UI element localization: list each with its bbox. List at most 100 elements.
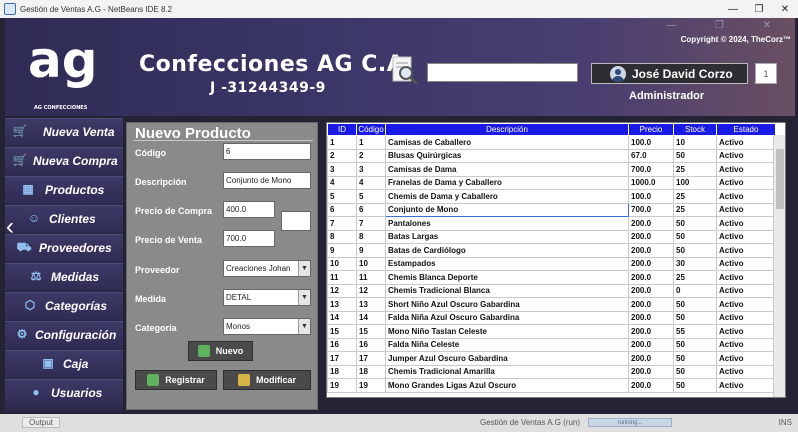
categoria-select[interactable]: Monos ▼ <box>223 318 311 335</box>
sidebar-item-medidas[interactable]: ⚖ Medidas <box>5 263 123 290</box>
table-row[interactable]: 11 11 Chemis Blanca Deporte 200.0 25 Activo <box>327 270 776 285</box>
chevron-down-icon[interactable]: ▼ <box>298 290 310 305</box>
sidebar-item-proveedores[interactable]: ⛟ Proveedores <box>5 234 123 261</box>
table-row[interactable]: 7 7 Pantalones 200.0 50 Activo <box>327 216 776 231</box>
sidebar-item-label: Nueva Venta <box>43 125 115 139</box>
table-cell: Activo <box>716 256 776 271</box>
table-cell: 50 <box>673 229 717 244</box>
modificar-button[interactable]: Modificar <box>223 370 311 390</box>
table-row[interactable]: 15 15 Mono Niño Taslan Celeste 200.0 55 Activ… <box>327 324 776 339</box>
user-box[interactable]: José David Corzo <box>591 63 748 84</box>
descripcion-input[interactable]: Conjunto de Mono <box>223 172 311 189</box>
company-name: Confecciones AG C.A <box>139 52 405 77</box>
table-cell: 50 <box>673 378 717 393</box>
close-button[interactable]: ✕ <box>772 4 798 15</box>
avatar-icon <box>610 65 626 82</box>
table-row[interactable]: 1 1 Camisas de Caballero 100.0 10 Activo <box>327 135 776 150</box>
medida-selected: DETAL <box>226 293 252 302</box>
table-cell: 2 <box>327 148 357 163</box>
table-row[interactable]: 3 3 Camisas de Dama 700.0 25 Activo <box>327 162 776 177</box>
table-row[interactable]: 12 12 Chemis Tradicional Blanca 200.0 0 Activ… <box>327 283 776 298</box>
sidebar-item-nueva-compra[interactable]: 🛒 Nueva Compra <box>5 147 123 174</box>
registrar-button[interactable]: Registrar <box>135 370 217 390</box>
table-row[interactable]: 10 10 Estampados 200.0 30 Activo <box>327 256 776 271</box>
col-descripcion[interactable]: Descripción <box>385 123 629 136</box>
app-icon <box>4 3 16 15</box>
table-cell: 17 <box>327 351 357 366</box>
table-cell: 100.0 <box>628 189 674 204</box>
precio-compra-input[interactable]: 400.0 <box>223 201 275 218</box>
codigo-input[interactable]: 6 <box>223 143 311 160</box>
table-row[interactable]: 6 6 Conjunto de Mono 700.0 25 Activo <box>327 202 776 217</box>
sidebar-item-categorias[interactable]: ⬡ Categorías <box>5 292 123 319</box>
table-cell: 10 <box>327 256 357 271</box>
search-input[interactable] <box>427 63 578 82</box>
sidebar-item-label: Usuarios <box>51 386 103 400</box>
table-cell: Activo <box>716 297 776 312</box>
maximize-button[interactable]: ❐ <box>746 4 772 15</box>
col-precio[interactable]: Precio <box>628 123 674 136</box>
table-cell: Activo <box>716 202 776 217</box>
sidebar-item-clientes[interactable]: ☺ Clientes <box>5 205 123 232</box>
table-cell: Activo <box>716 216 776 231</box>
sidebar-item-caja[interactable]: ▣ Caja <box>5 350 123 377</box>
table-cell: 16 <box>327 337 357 352</box>
search-icon[interactable] <box>390 55 420 87</box>
table-cell: 200.0 <box>628 216 674 231</box>
table-cell: 11 <box>356 270 386 285</box>
table-cell: 200.0 <box>628 297 674 312</box>
table-cell: 14 <box>356 310 386 325</box>
minimize-button[interactable]: — <box>720 4 746 15</box>
table-cell: Jumper Azul Oscuro Gabardina <box>385 351 629 366</box>
sidebar: 🛒 Nueva Venta 🛒 Nueva Compra ▦ Productos… <box>5 118 123 412</box>
table-cell: 67.0 <box>628 148 674 163</box>
table-row[interactable]: 4 4 Franelas de Dama y Caballero 1000.0 100 A… <box>327 175 776 190</box>
table-cell: Falda Niña Celeste <box>385 337 629 352</box>
table-cell: 13 <box>356 297 386 312</box>
nuevo-button[interactable]: Nuevo <box>188 341 253 361</box>
table-cell: 55 <box>673 324 717 339</box>
table-row[interactable]: 18 18 Chemis Tradicional Amarilla 200.0 50 Ac… <box>327 364 776 379</box>
company-logo: ag AG CONFECCIONES <box>28 34 98 111</box>
table-row[interactable]: 2 2 Blusas Quirúrgicas 67.0 50 Activo <box>327 148 776 163</box>
col-estado[interactable]: Estado <box>716 123 776 136</box>
table-row[interactable]: 14 14 Falda Niña Azul Oscuro Gabardina 200.… <box>327 310 776 325</box>
precio-venta-input[interactable]: 700.0 <box>223 230 275 247</box>
table-cell: 50 <box>673 337 717 352</box>
gear-icon: ⚙ <box>16 327 28 341</box>
table-cell: 12 <box>327 283 357 298</box>
chevron-left-icon[interactable]: ‹ <box>6 213 14 241</box>
table-scrollbar[interactable] <box>773 135 785 397</box>
table-cell: 19 <box>327 378 357 393</box>
output-tab[interactable]: Output <box>22 417 61 428</box>
proveedor-select[interactable]: Creaciones Johan ▼ <box>223 260 311 277</box>
status-bar: Output Gestión de Ventas A.G (run) runni… <box>0 414 798 432</box>
new-icon <box>197 345 210 357</box>
table-row[interactable]: 16 16 Falda Niña Celeste 200.0 50 Activo <box>327 337 776 352</box>
table-row[interactable]: 5 5 Chemis de Dama y Caballero 100.0 25 Activ… <box>327 189 776 204</box>
extra-input[interactable] <box>281 211 311 231</box>
sidebar-item-productos[interactable]: ▦ Productos <box>5 176 123 203</box>
col-stock[interactable]: Stock <box>673 123 717 136</box>
table-cell: 25 <box>673 202 717 217</box>
table-row[interactable]: 17 17 Jumper Azul Oscuro Gabardina 200.0 50 A… <box>327 351 776 366</box>
company-rif: J -31244349-9 <box>210 80 326 96</box>
table-row[interactable]: 13 13 Short Niño Azul Oscuro Gabardina 200.… <box>327 297 776 312</box>
chevron-down-icon[interactable]: ▼ <box>298 261 310 276</box>
chevron-down-icon[interactable]: ▼ <box>298 319 310 334</box>
table-cell: 17 <box>356 351 386 366</box>
modificar-button-label: Modificar <box>255 375 296 385</box>
medida-select[interactable]: DETAL ▼ <box>223 289 311 306</box>
table-row[interactable]: 8 8 Batas Largas 200.0 50 Activo <box>327 229 776 244</box>
col-id[interactable]: ID <box>327 123 357 136</box>
sidebar-item-usuarios[interactable]: ● Usuarios <box>5 379 123 406</box>
col-codigo[interactable]: Código <box>356 123 386 136</box>
sidebar-item-nueva-venta[interactable]: 🛒 Nueva Venta <box>5 118 123 145</box>
table-cell: Batas Largas <box>385 229 629 244</box>
table-row[interactable]: 9 9 Batas de Cardiólogo 200.0 50 Activo <box>327 243 776 258</box>
scrollbar-thumb[interactable] <box>776 149 784 209</box>
table-cell: 3 <box>327 162 357 177</box>
sidebar-item-configuracion[interactable]: ⚙ Configuración <box>5 321 123 348</box>
sidebar-item-label: Productos <box>45 183 105 197</box>
table-row[interactable]: 19 19 Mono Grandes Ligas Azul Oscuro 200.0 5… <box>327 378 776 393</box>
